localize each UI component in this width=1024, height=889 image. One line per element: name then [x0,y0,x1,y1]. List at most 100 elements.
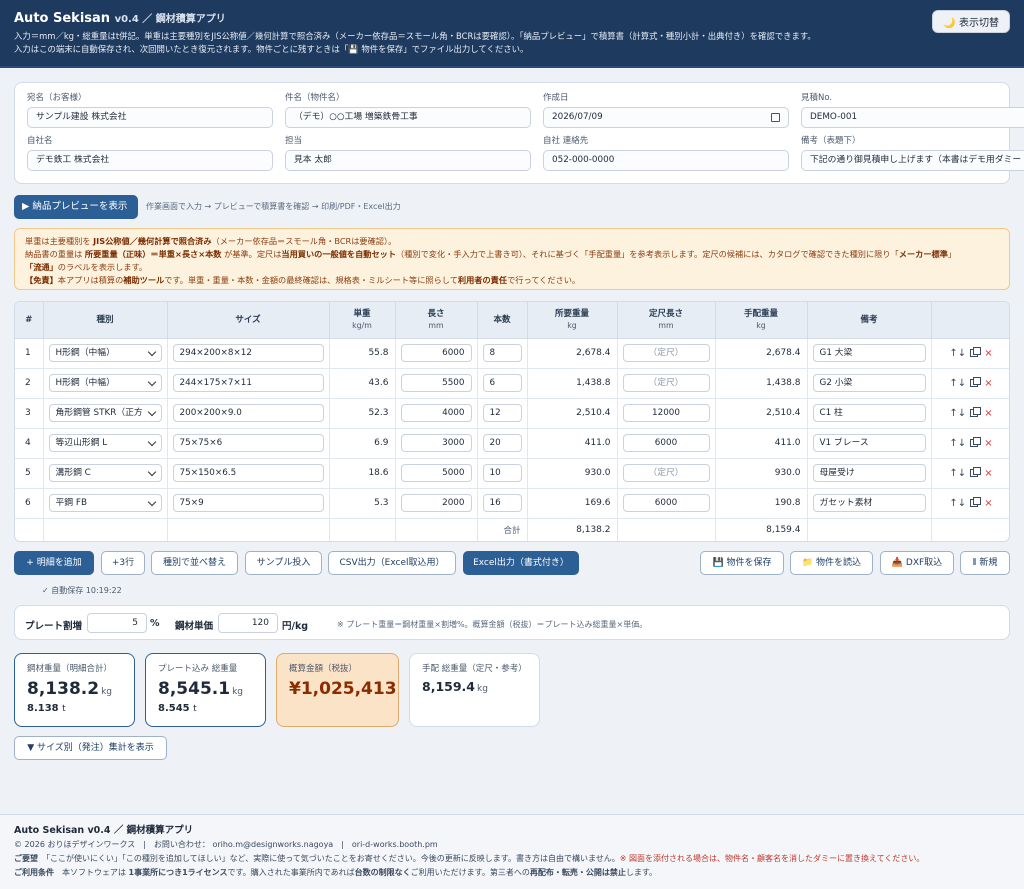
footer-copyright: © 2026 おりほデザインワークス | お問い合わせ： oriho.m@des… [14,840,438,849]
load-sample-button[interactable]: サンプル投入 [245,551,322,575]
length-input[interactable]: 2000 [400,494,472,512]
plate-rate-input[interactable]: 5 [87,613,147,633]
length-input[interactable]: 4000 [400,404,472,422]
note-input[interactable]: V1 ブレース [812,434,926,452]
length-input[interactable]: 6000 [400,344,472,362]
delivery-preview-button[interactable]: ▶ 納品プレビューを表示 [14,195,138,219]
quantity-input[interactable]: 16 [482,494,522,512]
duplicate-row-icon[interactable] [970,466,982,477]
qty-cell: 6 [477,368,528,399]
size-input[interactable]: 294×200×8×12 [172,344,324,362]
quantity-input[interactable]: 8 [482,344,522,362]
quantity-input[interactable]: 12 [482,404,522,422]
meta-field-value: DEMO-001 [810,112,858,122]
steel-price-input[interactable]: 120 [218,613,278,633]
autosave-status: ✓ 自動保存 10:19:22 [42,586,122,595]
duplicate-row-icon[interactable] [970,436,982,447]
delete-row-icon[interactable]: × [984,438,992,449]
move-row-icon[interactable]: ↑↓ [949,378,966,389]
csv-export-button[interactable]: CSV出力（Excel取込用） [328,551,456,575]
empty-cell [807,518,932,541]
load-project-button[interactable]: 📁 物件を読込 [790,551,873,575]
row-number: 3 [15,398,44,429]
duplicate-row-icon[interactable] [970,346,982,357]
size-input[interactable]: 75×150×6.5 [172,464,324,482]
move-row-icon[interactable]: ↑↓ [949,348,966,359]
table-row: 6 平鋼 FB 75×9 5.3 2000 16 169.6 6000 190.8 ガセット素材 ↑… [15,488,1009,519]
note-input[interactable]: C1 柱 [812,404,926,422]
length-input[interactable]: 3000 [400,434,472,452]
add-3-rows-button[interactable]: +3行 [101,551,145,575]
length-input[interactable]: 5500 [400,374,472,392]
delete-row-icon[interactable]: × [984,408,992,419]
meta-field-input[interactable]: デモ鉄工 株式会社 [27,150,273,171]
table-row: 4 等辺山形鋼 L 75×75×6 6.9 3000 20 411.0 6000 411.0 V1… [15,428,1009,459]
new-project-button[interactable]: ⫴ 新規 [960,551,1010,575]
move-row-icon[interactable]: ↑↓ [949,468,966,479]
meta-field-input[interactable]: DEMO-001 [801,107,1024,128]
size-input[interactable]: 75×75×6 [172,434,324,452]
duplicate-row-icon[interactable] [970,376,982,387]
dxf-import-button[interactable]: 📥 DXF取込 [880,551,954,575]
duplicate-row-icon[interactable] [970,496,982,507]
move-row-icon[interactable]: ↑↓ [949,438,966,449]
theme-toggle-button[interactable]: 🌙 表示切替 [932,10,1010,33]
save-project-button[interactable]: 💾 物件を保存 [700,551,784,575]
quantity-input[interactable]: 20 [482,434,522,452]
type-cell: 等辺山形鋼 L [43,428,168,459]
meta-field-input[interactable]: 2026/07/09 [543,107,789,128]
type-select[interactable]: 等辺山形鋼 L [48,434,162,452]
standard-length-input[interactable]: 6000 [622,434,710,452]
standard-length-input[interactable]: （定尺） [622,374,710,392]
delete-row-icon[interactable]: × [984,378,992,389]
delete-row-icon[interactable]: × [984,468,992,479]
type-select[interactable]: H形鋼（中幅） [48,374,162,392]
type-select[interactable]: H形鋼（中幅） [48,344,162,362]
size-input[interactable]: 75×9 [172,494,324,512]
standard-length-input[interactable]: （定尺） [622,464,710,482]
quantity-input[interactable]: 6 [482,374,522,392]
steel-items-table: # 種別 サイズ 単重 kg/m 長さ mm 本数 所要重量 kg 定尺長さ mm 手配重量 kg 備考 1… [14,301,1010,542]
standard-length-input[interactable]: （定尺） [622,344,710,362]
meta-field-input[interactable]: 見本 太郎 [285,150,531,171]
note-input[interactable]: 母屋受け [812,464,926,482]
size-input[interactable]: 200×200×9.0 [172,404,324,422]
column-header [931,302,1009,339]
add-row-button[interactable]: + 明細を追加 [14,551,94,575]
type-select[interactable]: 平鋼 FB [48,494,162,512]
delete-row-icon[interactable]: × [984,348,992,359]
empty-cell [167,518,330,541]
move-row-icon[interactable]: ↑↓ [949,498,966,509]
note-input[interactable]: G1 大梁 [812,344,926,362]
size-input[interactable]: 244×175×7×11 [172,374,324,392]
standard-length-input[interactable]: 12000 [622,404,710,422]
size-summary-toggle-button[interactable]: ▼ サイズ別（発注）集計を表示 [14,736,167,760]
meta-field-label: 見積No. [801,93,833,103]
type-select[interactable]: 角形鋼管 STKR（正方 [48,404,162,422]
length-input[interactable]: 5000 [400,464,472,482]
empty-cell [395,518,478,541]
sort-by-type-button[interactable]: 種別で並べ替え [151,551,238,575]
type-select[interactable]: 溝形鋼 C [48,464,162,482]
meta-field-input[interactable]: 下記の通り御見積申し上げます（本書はデモ用ダミー [801,150,1024,171]
empty-cell [43,518,168,541]
delete-row-icon[interactable]: × [984,498,992,509]
move-row-icon[interactable]: ↑↓ [949,408,966,419]
steel-price-label: 鋼材単価 [175,621,214,632]
meta-field-input[interactable]: サンプル建設 株式会社 [27,107,273,128]
quantity-input[interactable]: 10 [482,464,522,482]
duplicate-row-icon[interactable] [970,406,982,417]
meta-field-value: 052-000-0000 [552,155,615,165]
column-header: 種別 [43,302,168,339]
meta-field-input[interactable]: （デモ）○○工場 増築鉄骨工事 [285,107,531,128]
row-number: 2 [15,368,44,399]
note-input[interactable]: ガセット素材 [812,494,926,512]
standard-length-input[interactable]: 6000 [622,494,710,512]
meta-field-input[interactable]: 052-000-0000 [543,150,789,171]
excel-export-button[interactable]: Excel出力（書式付き） [463,551,579,575]
qty-cell: 8 [477,338,528,369]
note-input[interactable]: G2 小梁 [812,374,926,392]
plate-rate-unit: % [150,618,160,629]
calendar-icon[interactable] [771,113,780,122]
column-header: 所要重量 kg [527,302,618,339]
